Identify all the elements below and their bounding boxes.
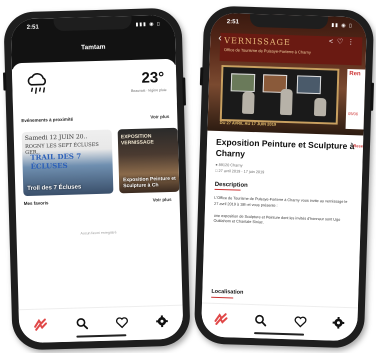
heart-icon[interactable] (293, 314, 307, 328)
section-title: Mes favoris (23, 200, 49, 207)
temperature: 23° (141, 69, 165, 87)
heart-icon[interactable] (115, 315, 129, 329)
section-favorites: Mes favoris Voir plus (24, 197, 172, 206)
heading-underline (211, 296, 234, 299)
action-icons[interactable]: <♡⋮ (329, 37, 359, 46)
poster-dates: DU 27 AVRIL AU 17 JUIN 2019 (219, 119, 277, 127)
home-indicator (76, 333, 127, 338)
home-icon[interactable] (33, 317, 48, 331)
section-title: Evénements à proximité (21, 116, 74, 124)
gear-icon[interactable] (331, 316, 345, 330)
section-nearby-events: Evénements à proximité Voir plus (21, 114, 169, 123)
event-location-text: 89120 Charny (218, 163, 243, 168)
painting (230, 73, 256, 93)
notch (53, 15, 132, 32)
description-heading: Description (214, 182, 248, 190)
cloud-rain-icon (27, 73, 47, 94)
back-icon[interactable]: ‹ (218, 33, 222, 44)
event-card-title: Troll des 7 Écluses (27, 184, 82, 192)
status-icons: ▮▮▮ ◉ ▯ (135, 21, 161, 28)
status-time: 2:51 (26, 24, 39, 31)
next-poster-peek: Ren 05/06 (345, 68, 366, 130)
peek-title: Ren (349, 71, 361, 78)
mockup-canvas: { "left_phone": { "status": { "time": "2… (0, 0, 376, 353)
home-indicator (254, 331, 305, 336)
event-detail: Exposition Peinture et Sculpture à Charn… (202, 130, 364, 308)
phone-left: 2:51 ▮▮▮ ◉ ▯ Tamtam 23° Beauvais · légèr… (2, 7, 191, 351)
poster-line: Samedi 12 JUIN 20.. (24, 133, 88, 142)
event-card[interactable]: EXPOSITION VERNISSAGE Exposition Peintur… (117, 127, 180, 194)
event-title: Exposition Peinture et Sculpture à Charn… (215, 136, 355, 159)
painting (296, 75, 322, 95)
more-icon[interactable]: ⋮ (347, 39, 358, 46)
sculpture (313, 97, 327, 117)
phone-right: 2:51 ▮▮ ◉ ▯ VERNISSAGE Office de Tourism… (193, 5, 375, 349)
poster-line: TRAIL DES 7 ÉCLUSES (30, 151, 82, 171)
weather-description: Beauvais · légère pluie (130, 88, 167, 94)
share-icon[interactable]: < (329, 38, 337, 45)
sculpture (279, 88, 293, 116)
description-paragraph: L'Office de Tourisme de Puisaye-Forterre… (214, 196, 348, 208)
peek-date: 05/06 (347, 110, 359, 117)
event-card-title: Exposition Peinture et Sculpture à Ch (122, 175, 176, 190)
location-heading: Localisation (211, 288, 244, 296)
peek-label: Rese (353, 143, 364, 149)
poster-photo (219, 64, 340, 125)
poster-title: EXPOSITION VERNISSAGE (120, 133, 154, 147)
heading-underline (214, 189, 241, 192)
description-paragraph: une exposition de Sculpture et Peinture … (213, 213, 341, 225)
tab-bar (18, 304, 184, 344)
volume-button (2, 72, 7, 91)
power-button (370, 82, 375, 111)
home-icon[interactable] (213, 312, 228, 326)
status-icons: ▮▮ ◉ ▯ (331, 22, 353, 30)
see-more-link[interactable]: Voir plus (153, 197, 172, 203)
screen-event-detail: 2:51 ▮▮ ◉ ▯ VERNISSAGE Office de Tourism… (200, 12, 368, 342)
see-more-link[interactable]: Voir plus (150, 114, 169, 120)
status-time: 2:51 (226, 19, 239, 26)
event-meta: ● 89120 Charny □ 27 avril 2019 - 17 juin… (215, 162, 353, 178)
event-dates-text: 27 avril 2019 - 17 juin 2019 (218, 169, 265, 175)
sculpture (241, 91, 255, 115)
tab-bar (200, 302, 358, 342)
event-card[interactable]: Samedi 12 JUIN 20.. ROGNY LES SEPT ÉCLUS… (21, 129, 114, 197)
screen-home: 2:51 ▮▮▮ ◉ ▯ Tamtam 23° Beauvais · légèr… (10, 14, 184, 344)
heart-icon[interactable]: ♡ (337, 39, 347, 46)
gear-icon[interactable] (155, 314, 169, 328)
volume-button (199, 67, 204, 86)
empty-favorites-message: Aucun favori enregistré (80, 230, 117, 236)
weather-widget[interactable]: 23° Beauvais · légère pluie (11, 58, 177, 108)
search-icon[interactable] (75, 316, 89, 330)
app-title: Tamtam (81, 43, 106, 52)
search-icon[interactable] (253, 313, 267, 327)
power-button (182, 77, 186, 106)
notch (249, 13, 329, 30)
